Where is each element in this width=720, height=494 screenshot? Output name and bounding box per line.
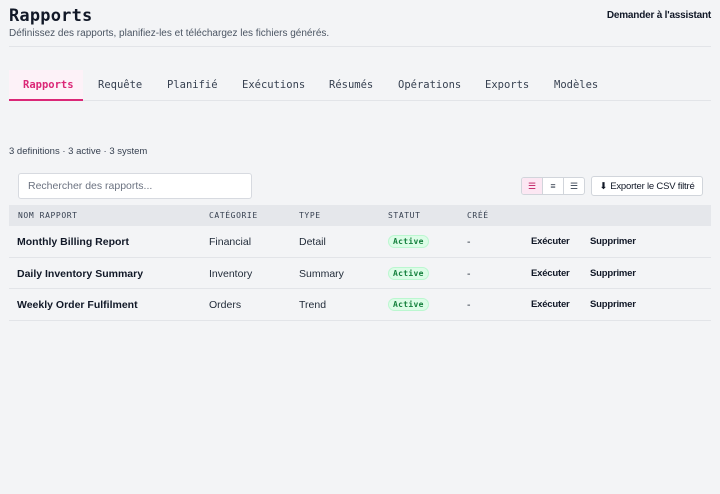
report-name: Weekly Order Fulfilment (17, 299, 138, 311)
ask-assistant-button[interactable]: Demander à l'assistant (607, 10, 711, 21)
delete-report-button[interactable]: Supprimer (590, 268, 636, 279)
status-badge: Active (388, 298, 429, 311)
column-header-name: Nom rapport (18, 211, 78, 220)
download-icon: ⬇ (599, 180, 608, 192)
delete-report-button[interactable]: Supprimer (590, 299, 636, 310)
tab-bar: Rapports Requête Planifié Exécutions Rés… (9, 70, 711, 101)
status-badge: Active (388, 235, 429, 248)
page-subtitle: Définissez des rapports, planifiez-les e… (9, 28, 330, 39)
tab-rapports[interactable]: Rapports (9, 70, 83, 101)
column-header-status: Statut (388, 211, 421, 220)
run-report-button[interactable]: Exécuter (531, 299, 570, 310)
table-header: Nom rapport Catégorie Type Statut Créé (9, 205, 711, 226)
tab-requete[interactable]: Requête (98, 70, 142, 101)
column-header-category: Catégorie (209, 211, 258, 220)
report-created: - (467, 299, 471, 311)
delete-report-button[interactable]: Supprimer (590, 236, 636, 247)
status-badge: Active (388, 266, 429, 280)
page-title: Rapports (9, 6, 93, 26)
export-csv-label: Exporter le CSV filtré (610, 180, 695, 192)
report-type: Detail (299, 236, 326, 248)
view-toggle: ☰ ≡ ☰ (521, 177, 585, 195)
report-created: - (467, 267, 471, 280)
search-input[interactable] (18, 173, 252, 199)
report-type: Trend (299, 299, 327, 311)
report-created: - (467, 236, 471, 248)
report-category: Financial (209, 236, 252, 248)
tab-executions[interactable]: Exécutions (242, 70, 305, 101)
page-header: Rapports Définissez des rapports, planif… (9, 6, 711, 47)
report-type: Summary (299, 267, 344, 280)
tab-modeles[interactable]: Modèles (554, 70, 598, 101)
column-header-type: Type (299, 211, 321, 220)
reports-table: Nom rapport Catégorie Type Statut Créé M… (9, 205, 711, 321)
table-row: Weekly Order Fulfilment Orders Trend Act… (9, 289, 711, 321)
dense-view-icon[interactable]: ☰ (564, 178, 584, 194)
table-row: Monthly Billing Report Financial Detail … (9, 226, 711, 258)
run-report-button[interactable]: Exécuter (531, 236, 570, 247)
column-header-created: Créé (467, 211, 489, 220)
run-report-button[interactable]: Exécuter (531, 268, 570, 279)
tab-planifie[interactable]: Planifié (167, 70, 218, 101)
report-name: Monthly Billing Report (17, 236, 129, 248)
compact-view-icon[interactable]: ≡ (543, 178, 564, 194)
table-row: Daily Inventory Summary Inventory Summar… (9, 258, 711, 289)
tab-resumes[interactable]: Résumés (329, 70, 373, 101)
tab-operations[interactable]: Opérations (398, 70, 461, 101)
report-category: Inventory (209, 267, 253, 280)
report-name: Daily Inventory Summary (17, 267, 144, 280)
report-count-summary: 3 definitions · 3 active · 3 system (9, 146, 148, 157)
list-view-icon[interactable]: ☰ (522, 178, 543, 194)
report-category: Orders (209, 299, 242, 311)
tab-exports[interactable]: Exports (485, 70, 529, 101)
export-csv-button[interactable]: ⬇ Exporter le CSV filtré (591, 176, 703, 196)
